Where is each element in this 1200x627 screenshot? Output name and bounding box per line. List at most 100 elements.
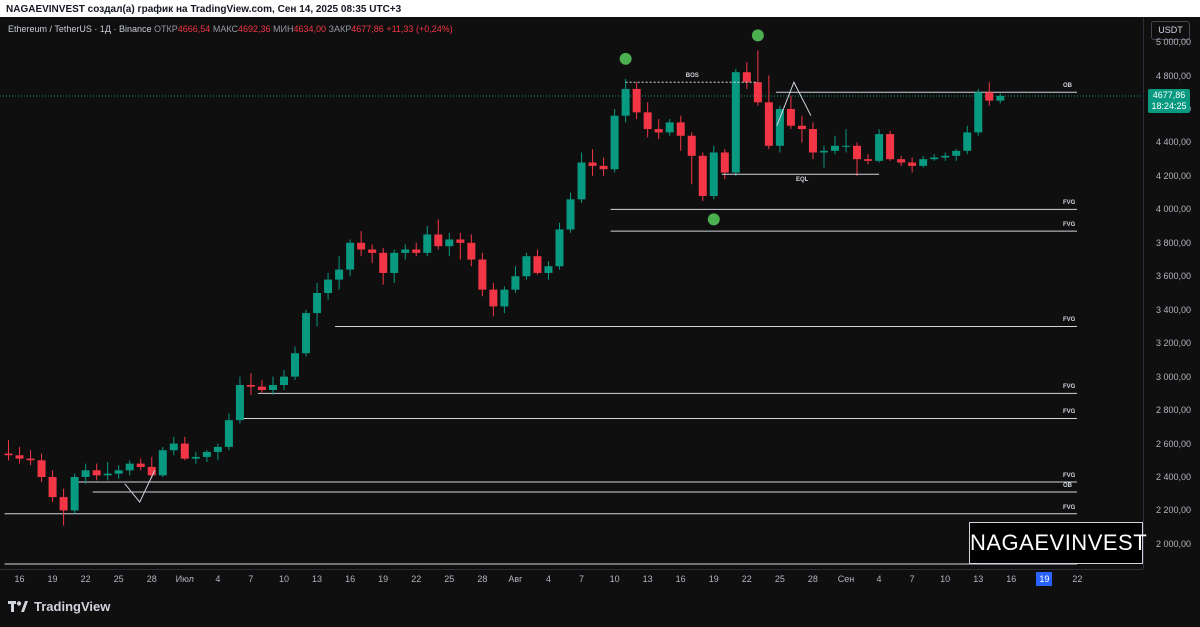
candle-body <box>831 145 839 151</box>
level-label-fvg: FVG <box>1063 222 1076 229</box>
time-tick-label: 28 <box>477 574 488 584</box>
time-tick-label: 19 <box>378 574 389 584</box>
candle-body <box>621 88 630 116</box>
tradingview-logo[interactable]: TradingView <box>8 599 110 614</box>
candle-body <box>368 249 377 253</box>
price-tick-label: 3 200,00 <box>1156 338 1192 349</box>
candle-body <box>467 242 476 260</box>
candle-body <box>489 289 498 307</box>
candle-body <box>610 115 619 170</box>
candle-body <box>775 109 784 146</box>
time-tick-label: 22 <box>1072 574 1083 584</box>
candle-countdown: 18:24:25 <box>1151 100 1187 111</box>
price-tick-label: 3 400,00 <box>1156 304 1192 315</box>
time-tick-label: 25 <box>444 574 455 584</box>
candle-body <box>456 239 465 243</box>
time-tick-label: 4 <box>545 574 551 584</box>
green-marker <box>707 213 720 226</box>
candle-body <box>599 165 608 170</box>
time-tick-label: 19 <box>47 574 58 584</box>
candle-body <box>114 470 123 474</box>
candle-body <box>853 145 862 160</box>
symbol-legend: Ethereum / TetherUS · 1Д · Binance ОТКР4… <box>8 24 453 34</box>
candle-body <box>544 266 553 273</box>
candle-body <box>985 92 994 101</box>
time-tick-label: 28 <box>146 574 157 584</box>
candle-body <box>720 152 729 173</box>
level-label-fvg: FVG <box>1063 504 1076 511</box>
symbol-name[interactable]: Ethereum / TetherUS · 1Д · Binance <box>8 24 152 34</box>
topbar-title: NAGAEVINVEST создал(а) график на Trading… <box>6 4 402 15</box>
candle-body <box>797 125 806 130</box>
time-tick-label: Авг <box>508 574 523 584</box>
candle-body <box>379 252 388 273</box>
candle-body <box>158 450 167 476</box>
close-label: ЗАКР <box>328 24 352 34</box>
level-label-fvg: FVG <box>1063 409 1076 416</box>
time-tick-label: 22 <box>80 574 91 584</box>
candle-body <box>48 477 57 498</box>
candle-body <box>280 376 288 385</box>
candle-body <box>941 155 950 158</box>
price-tick-label: 4 800,00 <box>1156 70 1192 81</box>
chart-pane[interactable]: Ethereum / TetherUS · 1Д · Binance ОТКР4… <box>0 17 1200 587</box>
candle-body <box>753 82 762 103</box>
time-tick-label: 16 <box>675 574 686 584</box>
candle-body <box>908 162 917 166</box>
low-value: 4634,00 <box>293 24 327 34</box>
candle-body <box>423 234 432 253</box>
candle-body <box>346 242 355 270</box>
low-label: МИН <box>273 24 294 34</box>
price-tick-label: 3 600,00 <box>1156 271 1192 282</box>
candle-body <box>125 463 134 471</box>
candle-body <box>665 122 674 133</box>
level-label-ob: OB <box>1063 483 1072 490</box>
candle-body <box>819 150 828 153</box>
candle-body <box>478 259 487 290</box>
candle-body <box>26 458 35 461</box>
candle-body <box>235 385 244 421</box>
candle-body <box>875 134 884 161</box>
candle-body <box>764 102 773 146</box>
candle-body <box>313 293 322 314</box>
candle-body <box>302 313 311 354</box>
candle-body <box>742 72 751 83</box>
change-value: +11,33 (+0,24%) <box>386 24 453 34</box>
candle-body <box>952 150 961 156</box>
candle-body <box>357 242 366 250</box>
candle-body <box>202 451 211 457</box>
candle-body <box>786 109 795 126</box>
candle-body <box>59 497 68 511</box>
candle-body <box>324 279 333 293</box>
candle-body <box>15 455 24 459</box>
time-tick-label: 7 <box>909 574 915 584</box>
candle-body <box>842 145 851 147</box>
candle-body <box>522 256 531 277</box>
candle-body <box>886 134 895 160</box>
price-tick-label: 2 200,00 <box>1156 505 1192 516</box>
price-tick-label: 2 600,00 <box>1156 438 1192 449</box>
time-tick-label: 16 <box>345 574 356 584</box>
candle-body <box>213 446 222 452</box>
time-tick-label: 4 <box>215 574 221 584</box>
candle-body <box>555 229 564 267</box>
candle-body <box>632 88 641 113</box>
candle-body <box>268 385 277 391</box>
time-tick-label: 7 <box>579 574 585 584</box>
level-label-fvg: FVG <box>1063 473 1076 480</box>
time-tick-label: 16 <box>14 574 25 584</box>
time-tick-label: 19 <box>1036 572 1053 586</box>
close-value: 4677,86 <box>351 24 384 34</box>
candle-body <box>533 256 542 273</box>
candle-body <box>401 249 410 253</box>
candle-body <box>412 249 421 253</box>
candle-body <box>709 152 718 196</box>
time-axis[interactable]: 16 19 22 25 28 Июл 4 7 10 13 16 19 22 25 28 Авг 4 7 10 13 16… <box>0 569 1143 588</box>
footer: TradingView <box>0 587 1200 627</box>
candlestick-chart[interactable] <box>0 17 1143 569</box>
candle-body <box>996 95 1005 101</box>
candle-body <box>390 252 399 273</box>
candle-body <box>577 162 586 200</box>
candle-body <box>257 386 266 391</box>
candle-body <box>963 132 972 151</box>
